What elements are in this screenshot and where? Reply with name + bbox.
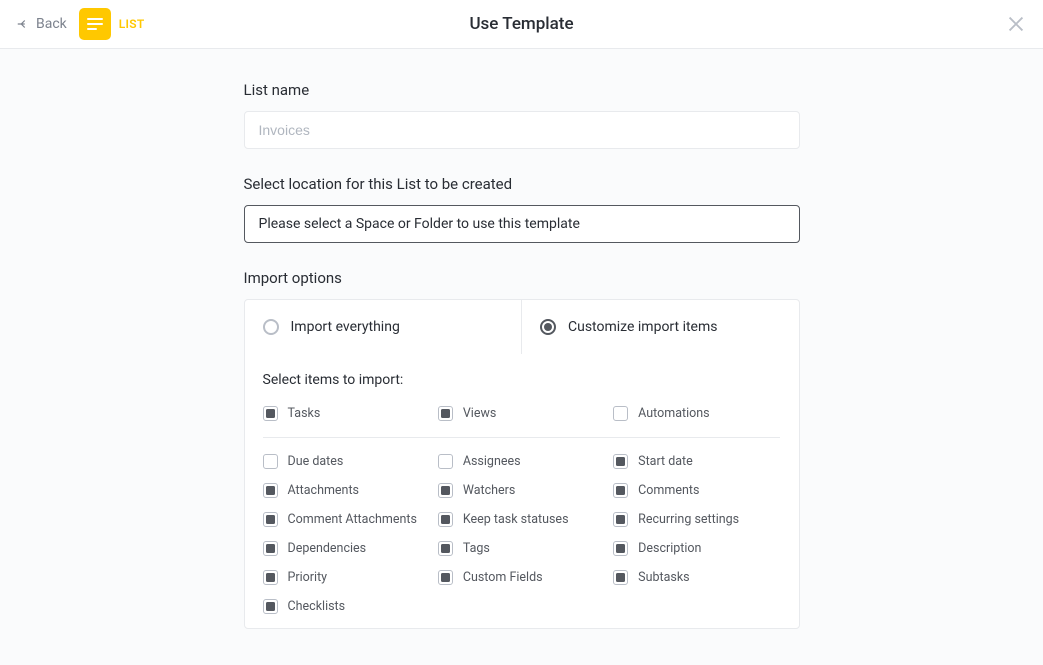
select-items-label: Select items to import: bbox=[263, 372, 781, 388]
checkbox[interactable] bbox=[613, 454, 628, 469]
checkbox[interactable] bbox=[263, 454, 278, 469]
checkbox-label: Keep task statuses bbox=[463, 512, 569, 527]
import-item-assignees[interactable]: Assignees bbox=[438, 454, 605, 469]
import-item-due-dates[interactable]: Due dates bbox=[263, 454, 430, 469]
import-box: Import everything Customize import items… bbox=[244, 299, 800, 629]
checkbox-label: Watchers bbox=[463, 483, 516, 498]
tab-customize-label: Customize import items bbox=[568, 319, 717, 335]
checkbox[interactable] bbox=[263, 512, 278, 527]
import-options-label: Import options bbox=[244, 269, 800, 287]
checkbox[interactable] bbox=[438, 512, 453, 527]
close-icon[interactable] bbox=[1005, 13, 1027, 35]
checkbox[interactable] bbox=[263, 599, 278, 614]
checkbox[interactable] bbox=[613, 483, 628, 498]
import-item-dependencies[interactable]: Dependencies bbox=[263, 541, 430, 556]
checkbox[interactable] bbox=[613, 512, 628, 527]
checkbox-label: Subtasks bbox=[638, 570, 689, 585]
checkbox[interactable] bbox=[263, 570, 278, 585]
radio-customize[interactable] bbox=[540, 319, 556, 335]
import-item-comment-attachments[interactable]: Comment Attachments bbox=[263, 512, 430, 527]
checkbox[interactable] bbox=[263, 483, 278, 498]
checkbox-label: Checklists bbox=[288, 599, 346, 614]
location-placeholder: Please select a Space or Folder to use t… bbox=[259, 216, 580, 232]
import-top-item-automations[interactable]: Automations bbox=[613, 406, 780, 421]
location-label: Select location for this List to be crea… bbox=[244, 175, 800, 193]
checkbox[interactable] bbox=[613, 570, 628, 585]
back-label: Back bbox=[36, 16, 67, 32]
checkbox-label: Custom Fields bbox=[463, 570, 543, 585]
checkbox-label: Dependencies bbox=[288, 541, 367, 556]
checkbox[interactable] bbox=[613, 406, 628, 421]
import-item-checklists[interactable]: Checklists bbox=[263, 599, 430, 614]
location-select[interactable]: Please select a Space or Folder to use t… bbox=[244, 205, 800, 243]
checkbox[interactable] bbox=[438, 570, 453, 585]
back-arrow-icon bbox=[16, 17, 30, 31]
location-section: Select location for this List to be crea… bbox=[244, 175, 800, 243]
import-item-start-date[interactable]: Start date bbox=[613, 454, 780, 469]
import-top-item-tasks[interactable]: Tasks bbox=[263, 406, 430, 421]
checkbox[interactable] bbox=[438, 541, 453, 556]
checkbox-label: Start date bbox=[638, 454, 693, 469]
import-body: Select items to import: Tasks Views Automa… bbox=[245, 354, 799, 628]
import-item-priority[interactable]: Priority bbox=[263, 570, 430, 585]
import-tabs: Import everything Customize import items bbox=[245, 300, 799, 354]
import-item-recurring-settings[interactable]: Recurring settings bbox=[613, 512, 780, 527]
list-chip: LIST bbox=[79, 8, 145, 40]
import-section: Import options Import everything Customi… bbox=[244, 269, 800, 629]
list-name-label: List name bbox=[244, 81, 800, 99]
checkbox-label: Views bbox=[463, 406, 496, 421]
checkbox-label: Description bbox=[638, 541, 701, 556]
checkbox-label: Comments bbox=[638, 483, 699, 498]
list-name-input[interactable] bbox=[244, 111, 800, 149]
page-title: Use Template bbox=[469, 14, 573, 34]
checkbox[interactable] bbox=[438, 406, 453, 421]
list-icon bbox=[79, 8, 111, 40]
tab-customize-import[interactable]: Customize import items bbox=[521, 300, 799, 354]
checkbox-label: Tasks bbox=[288, 406, 321, 421]
checkbox-label: Assignees bbox=[463, 454, 521, 469]
import-item-keep-task-statuses[interactable]: Keep task statuses bbox=[438, 512, 605, 527]
import-item-watchers[interactable]: Watchers bbox=[438, 483, 605, 498]
import-top-item-views[interactable]: Views bbox=[438, 406, 605, 421]
radio-everything[interactable] bbox=[263, 319, 279, 335]
checkbox[interactable] bbox=[438, 454, 453, 469]
checkbox-label: Priority bbox=[288, 570, 328, 585]
back-button[interactable]: Back bbox=[16, 16, 67, 32]
checkbox-label: Tags bbox=[463, 541, 490, 556]
import-item-custom-fields[interactable]: Custom Fields bbox=[438, 570, 605, 585]
checkbox[interactable] bbox=[263, 541, 278, 556]
tab-import-everything[interactable]: Import everything bbox=[245, 300, 522, 354]
list-type-label: LIST bbox=[119, 17, 145, 31]
checkbox-label: Recurring settings bbox=[638, 512, 739, 527]
import-item-comments[interactable]: Comments bbox=[613, 483, 780, 498]
checkbox-label: Automations bbox=[638, 406, 709, 421]
modal-body: List name Select location for this List … bbox=[0, 49, 1043, 665]
checkbox[interactable] bbox=[613, 541, 628, 556]
tab-everything-label: Import everything bbox=[291, 319, 400, 335]
import-item-subtasks[interactable]: Subtasks bbox=[613, 570, 780, 585]
import-items-grid: Tasks Views Automations Due dates Assignees S… bbox=[263, 406, 781, 614]
checkbox-label: Attachments bbox=[288, 483, 360, 498]
checkbox-label: Due dates bbox=[288, 454, 344, 469]
list-name-section: List name bbox=[244, 81, 800, 149]
import-item-description[interactable]: Description bbox=[613, 541, 780, 556]
import-item-tags[interactable]: Tags bbox=[438, 541, 605, 556]
import-item-attachments[interactable]: Attachments bbox=[263, 483, 430, 498]
checkbox-label: Comment Attachments bbox=[288, 512, 417, 527]
checkbox[interactable] bbox=[438, 483, 453, 498]
modal-header: Back LIST Use Template bbox=[0, 0, 1043, 49]
checkbox[interactable] bbox=[263, 406, 278, 421]
divider bbox=[263, 437, 781, 438]
